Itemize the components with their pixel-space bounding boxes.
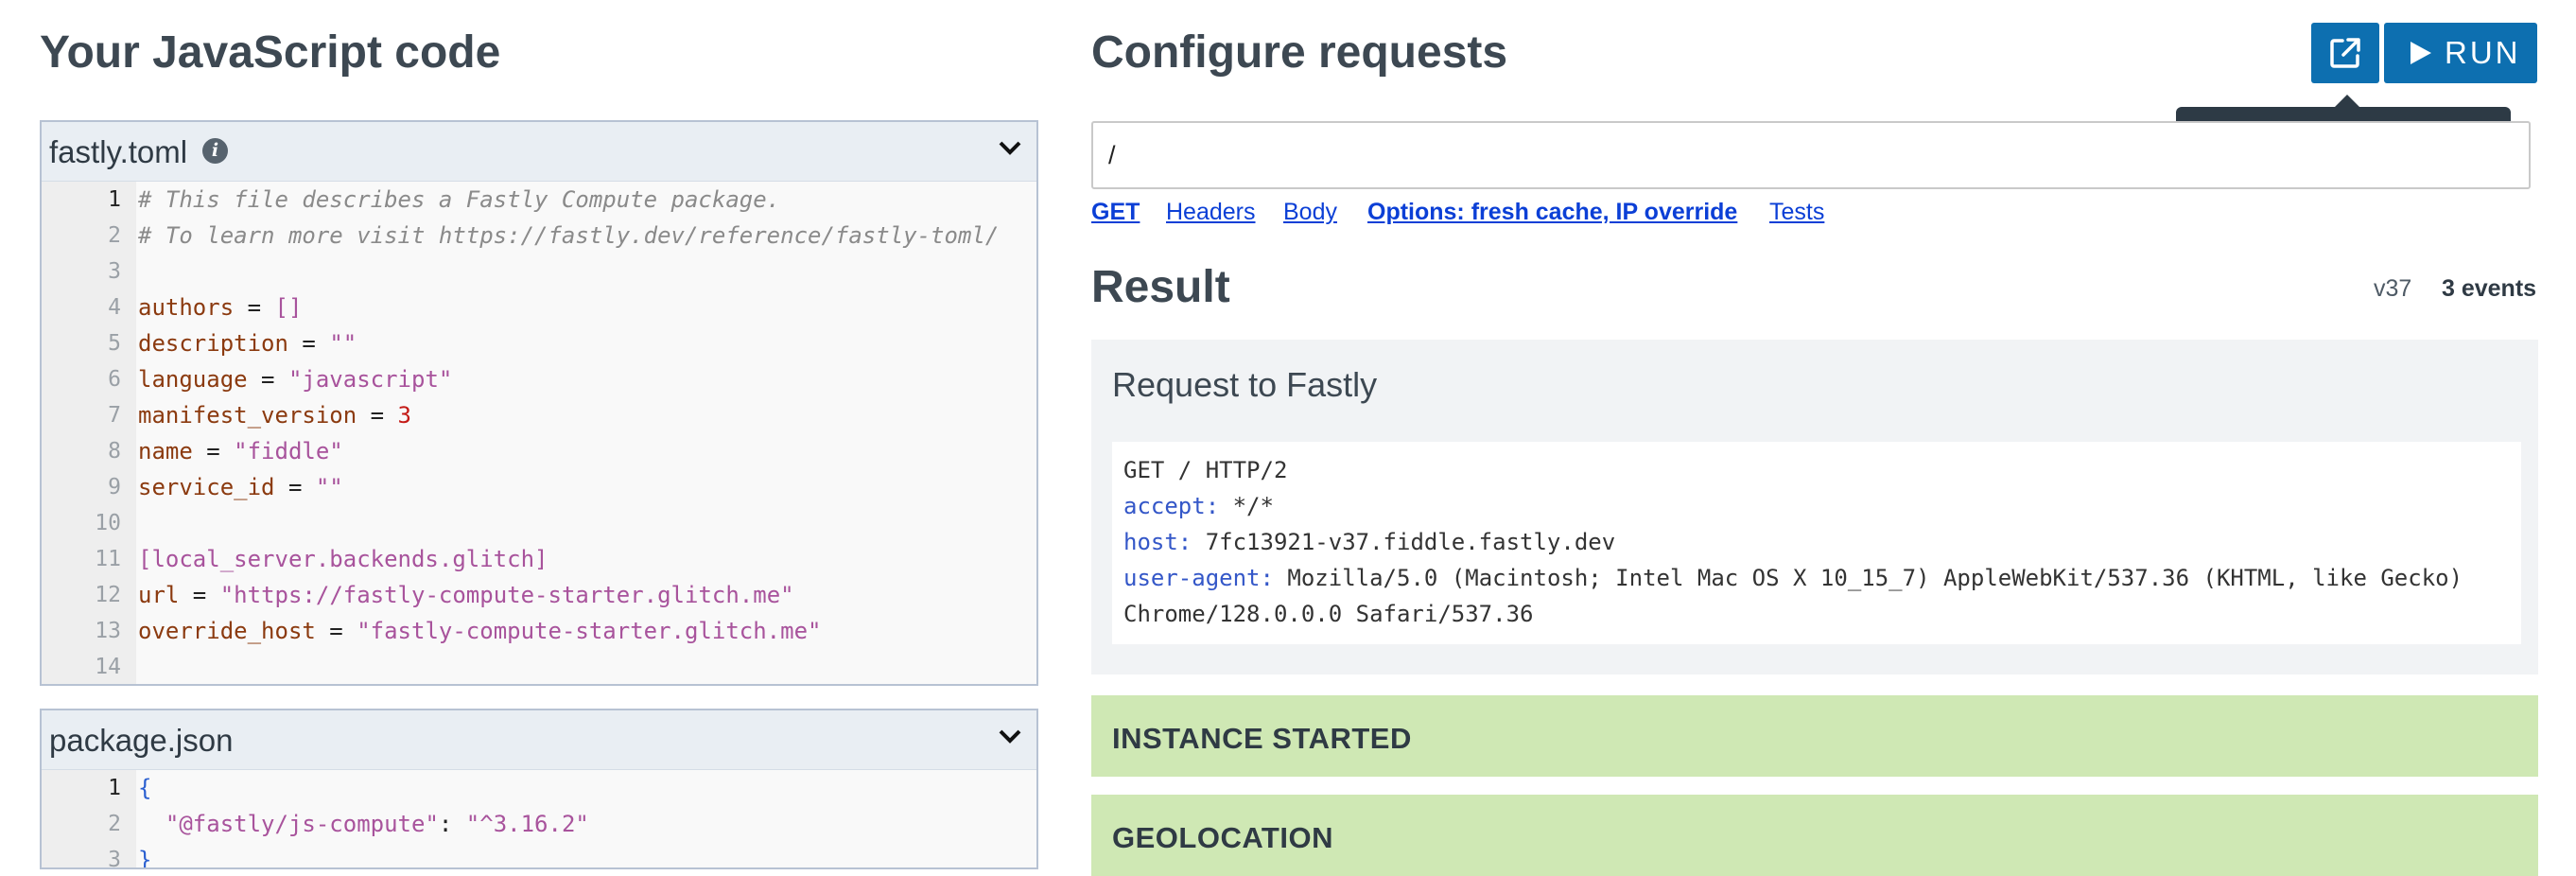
code-line: 5 description = "" — [108, 330, 357, 357]
request-header: user-agent: Mozilla/5.0 (Macintosh; Inte… — [1123, 565, 2463, 591]
run-label: RUN — [2445, 35, 2521, 70]
code-line: 10 — [95, 511, 121, 535]
browse-new-tab-button[interactable] — [2311, 23, 2379, 83]
tab-method[interactable]: GET — [1091, 199, 1140, 226]
code-line: 2 # To learn more visit https://fastly.de… — [108, 222, 1000, 249]
code-line: 13 override_host = "fastly-compute-starte… — [95, 618, 822, 644]
event-label: GEOLOCATION — [1112, 821, 1333, 854]
tab-tests[interactable]: Tests — [1769, 199, 1824, 226]
run-button[interactable]: RUN — [2384, 23, 2537, 83]
configure-requests-title: Configure requests — [1091, 27, 1508, 78]
editor-filename: fastly.toml — [49, 134, 188, 169]
tab-body[interactable]: Body — [1283, 199, 1337, 226]
result-title: Result — [1091, 262, 1230, 312]
version-label: v37 — [2374, 275, 2412, 302]
code-line: 6 language = "javascript" — [108, 366, 453, 393]
code-line: 1{ — [108, 775, 152, 801]
request-heading: Request to Fastly — [1112, 365, 1378, 404]
request-header-continuation: Chrome/128.0.0.0 Safari/537.36 — [1123, 601, 1534, 627]
code-area[interactable]: 1{ 2 "@fastly/js-compute": "^3.16.2" 3} — [42, 770, 1036, 869]
event-instance-started[interactable]: INSTANCE STARTED — [1091, 695, 2538, 777]
event-geolocation[interactable]: GEOLOCATION — [1091, 795, 2538, 876]
code-area[interactable]: 1 # This file describes a Fastly Compute … — [42, 182, 1036, 684]
code-line: 14 — [95, 655, 121, 679]
request-header: accept: */* — [1123, 493, 1274, 519]
code-line: 8 name = "fiddle" — [108, 438, 343, 464]
chevron-down-icon[interactable] — [999, 729, 1021, 745]
code-line: 3 — [108, 259, 121, 284]
tab-headers[interactable]: Headers — [1166, 199, 1256, 226]
request-line: GET / HTTP/2 — [1123, 457, 1288, 483]
code-line: 2 "@fastly/js-compute": "^3.16.2" — [108, 811, 589, 837]
editor-filename: package.json — [49, 723, 234, 758]
tooltip-arrow — [2334, 95, 2360, 108]
event-count: 3 events — [2442, 275, 2537, 302]
chevron-down-icon[interactable] — [999, 141, 1021, 156]
play-icon — [2411, 42, 2431, 64]
editor-header[interactable]: fastly.toml i — [42, 122, 1036, 182]
info-icon[interactable]: i — [202, 138, 228, 164]
code-line: 9 service_id = "" — [108, 474, 343, 500]
editor-package-json[interactable]: package.json 1{ 2 "@fastly/js-compute": … — [40, 709, 1038, 869]
external-link-icon — [2330, 38, 2360, 68]
editor-fastly-toml[interactable]: fastly.toml i 1 # This file describes a F… — [40, 120, 1038, 686]
tab-options[interactable]: Options: fresh cache, IP override — [1367, 199, 1737, 226]
code-line: 12 url = "https://fastly-compute-starter.… — [95, 582, 794, 608]
code-section-title: Your JavaScript code — [40, 27, 501, 78]
code-line: 4 authors = [] — [108, 294, 303, 321]
code-line: 1 # This file describes a Fastly Compute … — [108, 186, 781, 213]
code-line: 11 [local_server.backends.glitch] — [95, 546, 548, 572]
code-line: 7 manifest_version = 3 — [108, 402, 411, 429]
request-header: host: 7fc13921-v37.fiddle.fastly.dev — [1123, 529, 1616, 555]
request-url-input[interactable] — [1091, 121, 2531, 189]
editor-header[interactable]: package.json — [42, 710, 1036, 770]
code-line: 3} — [108, 847, 152, 869]
event-label: INSTANCE STARTED — [1112, 722, 1412, 755]
